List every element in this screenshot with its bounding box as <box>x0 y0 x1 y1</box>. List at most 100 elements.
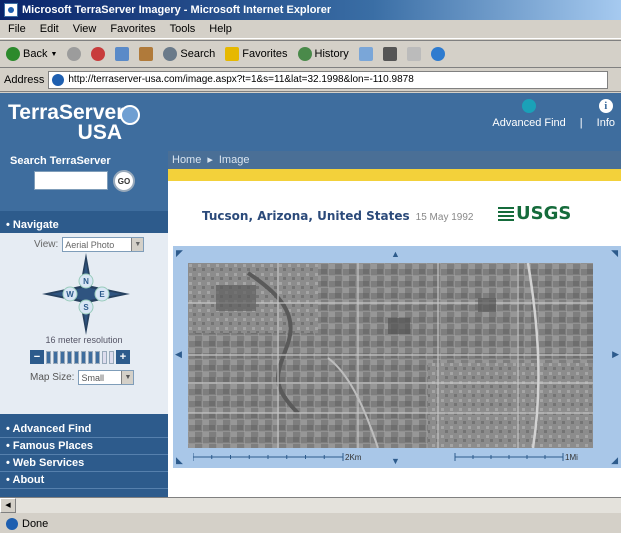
pan-northwest-arrow-icon[interactable]: ◤ <box>176 249 183 258</box>
page-done-icon <box>6 517 18 530</box>
zoom-level-2[interactable] <box>53 350 58 364</box>
info-icon: i <box>598 99 613 113</box>
aerial-photo[interactable] <box>188 263 593 448</box>
compass-s-label: S <box>83 303 89 312</box>
sidebar-item-web-services[interactable]: • Web Services <box>0 455 168 472</box>
terraserver-logo[interactable]: TerraServer USA <box>8 102 158 144</box>
aerial-photo-texture <box>188 263 593 448</box>
status-area: ◀ Done <box>0 497 621 533</box>
zoom-level-4[interactable] <box>67 350 72 364</box>
edit-icon[interactable] <box>406 47 421 61</box>
zoom-control: − + <box>30 350 130 364</box>
pan-north-arrow-icon[interactable]: ▲ <box>391 250 400 259</box>
zoom-out-button[interactable]: − <box>30 350 44 364</box>
scale-bar: 2Km 1Mi <box>193 453 578 462</box>
pan-southwest-arrow-icon[interactable]: ◣ <box>176 456 183 465</box>
resolution-label: 16 meter resolution <box>45 335 123 345</box>
pan-northeast-arrow-icon[interactable]: ◥ <box>611 249 618 258</box>
sidebar-menu: • Advanced Find • Famous Places • Web Se… <box>0 421 168 489</box>
dropdown-arrow-icon: ▼ <box>131 238 144 251</box>
print-icon[interactable] <box>382 47 397 61</box>
favorites-icon <box>225 47 240 61</box>
stop-icon[interactable] <box>91 47 106 61</box>
sidebar: Search TerraServer GO • Navigate View: A… <box>0 151 168 497</box>
scroll-left-icon[interactable]: ◀ <box>0 498 16 513</box>
zoom-level-5[interactable] <box>74 350 79 364</box>
bullet-icon: • <box>6 457 13 469</box>
address-url: http://terraserver-usa.com/image.aspx?t=… <box>68 74 414 85</box>
logo-line-2: USA <box>77 121 122 144</box>
search-title: Search TerraServer <box>10 155 111 167</box>
info-link[interactable]: i Info <box>597 99 615 129</box>
search-input[interactable] <box>34 171 108 190</box>
sidebar-item-advanced-find[interactable]: • Advanced Find <box>0 421 168 438</box>
forward-button[interactable] <box>67 47 82 61</box>
zoom-level-8[interactable] <box>95 350 100 364</box>
map-frame: ◤ ▲ ◥ ◀ ▶ ◣ ▼ ◢ 2Km 1Mi <box>173 246 621 468</box>
menu-edit[interactable]: Edit <box>40 23 59 35</box>
place-name: Tucson, Arizona, United States <box>202 209 410 223</box>
horizontal-scrollbar[interactable]: ◀ <box>0 497 621 513</box>
go-button[interactable]: GO <box>113 170 135 192</box>
zoom-in-button[interactable]: + <box>116 350 130 364</box>
breadcrumb-separator: ▸ <box>207 154 213 166</box>
sidebar-item-about[interactable]: • About <box>0 472 168 489</box>
address-bar: Address http://terraserver-usa.com/image… <box>0 68 621 92</box>
status-text: Done <box>22 517 49 530</box>
ie-icon <box>4 3 18 17</box>
compass-n-label: N <box>83 277 89 286</box>
refresh-icon[interactable] <box>115 47 130 61</box>
advanced-find-link[interactable]: Advanced Find <box>492 99 566 129</box>
usgs-wave-icon <box>498 206 514 221</box>
usgs-logo[interactable]: USGS <box>498 203 571 224</box>
history-button[interactable]: History <box>297 47 349 61</box>
scale-mi-label: 1Mi <box>565 453 578 462</box>
location-row: Tucson, Arizona, United States 15 May 19… <box>202 209 473 223</box>
map-size-select[interactable]: Small ▼ <box>78 370 135 385</box>
zoom-level-6[interactable] <box>81 350 86 364</box>
scale-km-label: 2Km <box>345 453 362 462</box>
accent-strip <box>168 169 621 181</box>
search-button[interactable]: Search <box>163 47 215 61</box>
address-label: Address <box>4 73 45 86</box>
back-arrow-icon <box>6 47 20 61</box>
compass-rose: N E S W <box>42 253 130 335</box>
page-icon <box>52 73 65 86</box>
compass-star-highlight <box>50 261 122 327</box>
address-field[interactable]: http://terraserver-usa.com/image.aspx?t=… <box>48 70 609 89</box>
breadcrumb: Home ▸ Image <box>168 151 621 169</box>
home-icon[interactable] <box>139 47 154 61</box>
breadcrumb-image: Image <box>218 154 250 166</box>
menu-help[interactable]: Help <box>209 23 232 35</box>
pan-west-arrow-icon[interactable]: ◀ <box>175 350 182 359</box>
favorites-button[interactable]: Favorites <box>225 47 288 61</box>
zoom-level-3[interactable] <box>60 350 65 364</box>
map-size-label: Map Size: <box>30 372 75 383</box>
back-button[interactable]: Back ▼ <box>6 47 57 61</box>
bullet-icon: • <box>6 440 13 452</box>
toolbar: Back ▼ Search Favorites History <box>0 40 621 68</box>
status-bar: Done <box>0 514 621 533</box>
title-bar: Microsoft TerraServer Imagery - Microsof… <box>0 0 621 20</box>
mail-icon[interactable] <box>358 47 373 61</box>
window-title: Microsoft TerraServer Imagery - Microsof… <box>22 4 332 16</box>
pan-east-arrow-icon[interactable]: ▶ <box>612 350 619 359</box>
messenger-icon[interactable] <box>430 47 445 61</box>
menu-tools[interactable]: Tools <box>170 23 196 35</box>
zoom-level-10[interactable] <box>109 350 114 364</box>
breadcrumb-home[interactable]: Home <box>172 151 201 169</box>
menu-view[interactable]: View <box>73 23 97 35</box>
forward-arrow-icon <box>67 47 82 61</box>
menu-file[interactable]: File <box>8 23 26 35</box>
menu-favorites[interactable]: Favorites <box>110 23 155 35</box>
bullet-icon: • <box>6 219 13 231</box>
navigate-panel: • Navigate View: Aerial Photo ▼ N E S W <box>0 217 168 414</box>
view-select[interactable]: Aerial Photo ▼ <box>62 237 145 252</box>
sidebar-item-famous-places[interactable]: • Famous Places <box>0 438 168 455</box>
zoom-level-1[interactable] <box>46 350 51 364</box>
advanced-find-icon <box>522 99 537 113</box>
navigate-header[interactable]: • Navigate <box>0 217 168 233</box>
zoom-level-9[interactable] <box>102 350 107 364</box>
zoom-level-7[interactable] <box>88 350 93 364</box>
history-icon <box>297 47 312 61</box>
